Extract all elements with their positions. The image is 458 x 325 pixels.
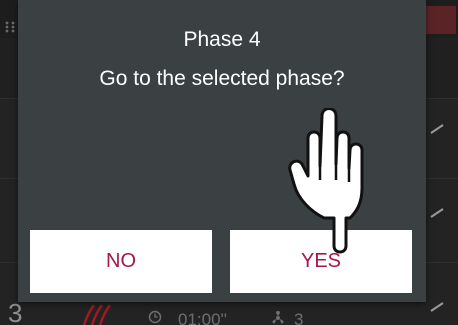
no-button[interactable]: NO <box>30 230 212 293</box>
dialog-message: Go to the selected phase? <box>99 67 345 90</box>
fan-icon <box>272 311 284 324</box>
clock-icon <box>148 310 162 324</box>
dialog-title: Phase 4 <box>183 28 261 51</box>
fan-level: 3 <box>294 310 304 325</box>
phase-number: 3 <box>8 298 23 325</box>
grip-icon <box>5 21 15 33</box>
heat-icon <box>82 304 112 325</box>
phase-time: 01:00'' <box>178 310 228 325</box>
screen: 3 01:00'' 3 Phase 4 Go to the selected p… <box>0 0 458 325</box>
edit-icon[interactable] <box>430 124 444 134</box>
tap-hand-icon <box>288 108 364 254</box>
edit-icon[interactable] <box>430 208 444 218</box>
edit-icon[interactable] <box>430 302 444 312</box>
